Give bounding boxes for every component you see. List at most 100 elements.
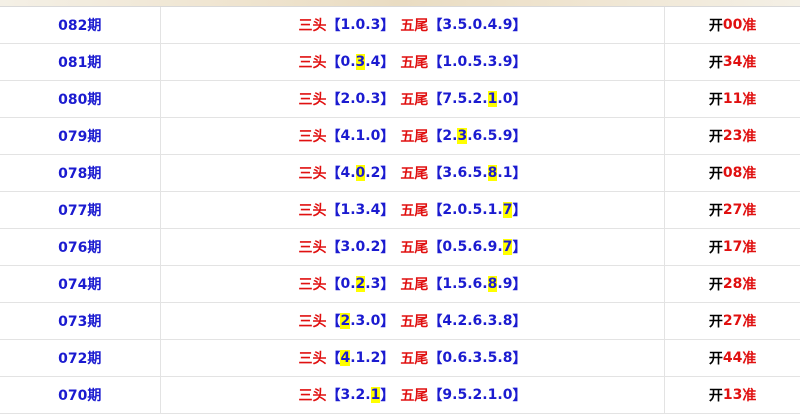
result-cell: 开 34 准 xyxy=(665,44,800,80)
san-tou-label: 三头 xyxy=(298,55,327,71)
prediction-cell: 三头【0. 2. 3】五尾【1. 5. 6. 8. 9】 xyxy=(161,266,666,302)
period-cell: 081期 xyxy=(0,44,161,80)
wu-wei-bracket-close: 】 xyxy=(512,351,527,367)
wu-wei-digit: 7 xyxy=(502,239,513,255)
san-tou-digit: 3 xyxy=(370,17,381,33)
period-cell: 078期 xyxy=(0,155,161,191)
table-row: 072期 三头【4. 1. 2】五尾【0. 6. 3. 5. 8】开 44 准 xyxy=(0,340,800,377)
san-tou-bracket-close: 】 xyxy=(380,240,395,256)
wu-wei-bracket-open: 【 xyxy=(428,166,443,182)
wu-wei-bracket-close: 】 xyxy=(512,129,527,145)
san-tou-bracket-open: 【 xyxy=(326,351,341,367)
kai-label: 开 xyxy=(708,203,723,219)
wu-wei-digit: 1 xyxy=(442,54,453,70)
table-row: 076期 三头【3. 0. 2】五尾【0. 5. 6. 9. 7】开 17 准 xyxy=(0,229,800,266)
wu-wei-digit: 9 xyxy=(502,128,513,144)
wu-wei-digit: 4 xyxy=(487,17,498,33)
san-tou-digit: 2 xyxy=(340,91,351,107)
wu-wei-digit: 9 xyxy=(487,239,498,255)
prediction-cell: 三头【1. 3. 4】五尾【2. 0. 5. 1. 7】 xyxy=(161,192,666,228)
san-tou-digit: 0 xyxy=(340,276,351,292)
san-tou-label: 三头 xyxy=(298,129,327,145)
wu-wei-digit: 5 xyxy=(457,276,468,292)
san-tou-digit: 4 xyxy=(340,128,351,144)
wu-wei-digit: 3 xyxy=(442,17,453,33)
san-tou-digit: 0 xyxy=(340,54,351,70)
san-tou-digit: 3 xyxy=(355,202,366,218)
wu-wei-bracket-close: 】 xyxy=(512,18,527,34)
san-tou-digit: 0 xyxy=(355,17,366,33)
san-tou-label: 三头 xyxy=(298,240,327,256)
san-tou-digit: 3 xyxy=(340,387,351,403)
table-row: 080期 三头【2. 0. 3】五尾【7. 5. 2. 1. 0】开 11 准 xyxy=(0,81,800,118)
wu-wei-digit: 3 xyxy=(442,165,453,181)
wu-wei-digit: 6 xyxy=(472,313,483,329)
period-cell: 080期 xyxy=(0,81,161,117)
zhun-label: 准 xyxy=(742,351,757,367)
period-cell: 074期 xyxy=(0,266,161,302)
san-tou-bracket-close: 】 xyxy=(380,92,395,108)
result-cell: 开 44 准 xyxy=(665,340,800,376)
table-row: 078期 三头【4. 0. 2】五尾【3. 6. 5. 8. 1】开 08 准 xyxy=(0,155,800,192)
wu-wei-digit: 0 xyxy=(457,202,468,218)
result-number: 11 xyxy=(722,91,743,107)
wu-wei-digit: 1 xyxy=(487,91,498,107)
wu-wei-digit: 0 xyxy=(472,17,483,33)
wu-wei-digit: 2 xyxy=(457,313,468,329)
wu-wei-digit: 8 xyxy=(487,276,498,292)
wu-wei-digit: 5 xyxy=(457,239,468,255)
san-tou-bracket-close: 】 xyxy=(380,129,395,145)
san-tou-digit: 4 xyxy=(370,54,381,70)
san-tou-bracket-close: 】 xyxy=(380,166,395,182)
wu-wei-digit: 2 xyxy=(472,387,483,403)
result-cell: 开 11 准 xyxy=(665,81,800,117)
prediction-cell: 三头【3. 0. 2】五尾【0. 5. 6. 9. 7】 xyxy=(161,229,666,265)
wu-wei-bracket-close: 】 xyxy=(512,314,527,330)
san-tou-label: 三头 xyxy=(298,277,327,293)
period-cell: 079期 xyxy=(0,118,161,154)
wu-wei-digit: 9 xyxy=(502,17,513,33)
zhun-label: 准 xyxy=(742,18,757,34)
san-tou-bracket-open: 【 xyxy=(326,18,341,34)
san-tou-digit: 3 xyxy=(370,91,381,107)
period-cell: 082期 xyxy=(0,7,161,43)
san-tou-digit: 4 xyxy=(370,202,381,218)
san-tou-bracket-close: 】 xyxy=(380,203,395,219)
san-tou-label: 三头 xyxy=(298,18,327,34)
period-cell: 076期 xyxy=(0,229,161,265)
prediction-cell: 三头【4. 0. 2】五尾【3. 6. 5. 8. 1】 xyxy=(161,155,666,191)
san-tou-digit: 2 xyxy=(370,239,381,255)
wu-wei-digit: 1 xyxy=(442,276,453,292)
san-tou-digit: 3 xyxy=(340,239,351,255)
prediction-cell: 三头【1. 0. 3】五尾【3. 5. 0. 4. 9】 xyxy=(161,7,666,43)
san-tou-bracket-open: 【 xyxy=(326,129,341,145)
wu-wei-label: 五尾 xyxy=(400,277,429,293)
wu-wei-bracket-close: 】 xyxy=(512,55,527,71)
wu-wei-digit: 7 xyxy=(442,91,453,107)
result-number: 00 xyxy=(722,17,743,33)
wu-wei-bracket-close: 】 xyxy=(512,240,527,256)
period-cell: 072期 xyxy=(0,340,161,376)
wu-wei-label: 五尾 xyxy=(400,203,429,219)
wu-wei-digit: 3 xyxy=(487,54,498,70)
kai-label: 开 xyxy=(708,240,723,256)
wu-wei-digit: 2 xyxy=(442,202,453,218)
san-tou-bracket-close: 】 xyxy=(380,388,395,404)
prediction-cell: 三头【0. 3. 4】五尾【1. 0. 5. 3. 9】 xyxy=(161,44,666,80)
san-tou-label: 三头 xyxy=(298,92,327,108)
san-tou-digit: 2 xyxy=(370,350,381,366)
table-row: 074期 三头【0. 2. 3】五尾【1. 5. 6. 8. 9】开 28 准 xyxy=(0,266,800,303)
san-tou-label: 三头 xyxy=(298,203,327,219)
san-tou-bracket-close: 】 xyxy=(380,18,395,34)
wu-wei-bracket-open: 【 xyxy=(428,55,443,71)
san-tou-digit: 0 xyxy=(355,239,366,255)
result-number: 44 xyxy=(722,350,743,366)
san-tou-digit: 1 xyxy=(340,17,351,33)
prediction-table: 082期 三头【1. 0. 3】五尾【3. 5. 0. 4. 9】开 00 准 081期 三头【0. 3… xyxy=(0,6,800,414)
table-row: 070期 三头【3. 2. 1】五尾【9. 5. 2. 1. 0】开 13 准 xyxy=(0,377,800,414)
san-tou-label: 三头 xyxy=(298,314,327,330)
san-tou-label: 三头 xyxy=(298,388,327,404)
wu-wei-digit: 0 xyxy=(442,350,453,366)
result-number: 28 xyxy=(722,276,743,292)
wu-wei-digit: 3 xyxy=(457,128,468,144)
